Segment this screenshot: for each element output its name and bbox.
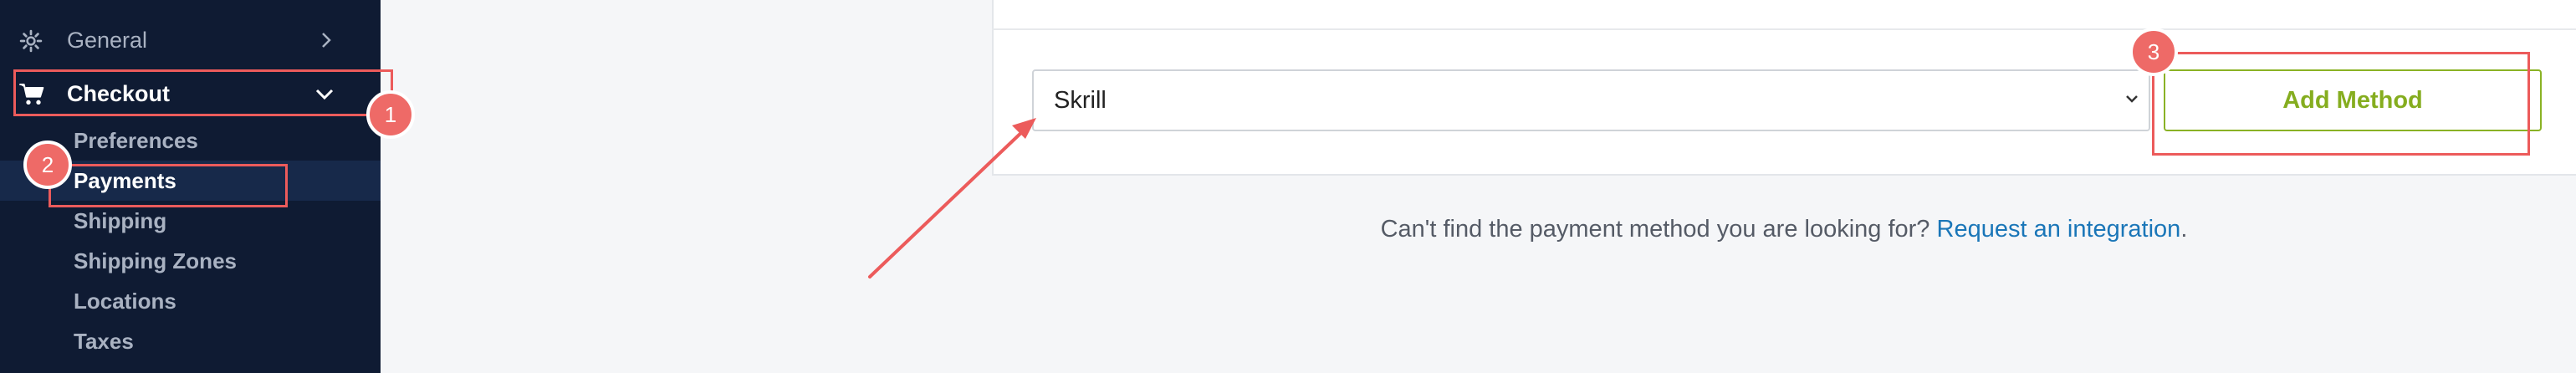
sidebar-subitem-shipping-zones[interactable]: Shipping Zones <box>0 241 381 281</box>
annotation-box-payments <box>49 164 288 207</box>
chevron-right-icon <box>322 33 331 48</box>
sidebar-item-general[interactable]: General <box>0 20 381 60</box>
sidebar-subitem-label: Preferences <box>74 128 198 153</box>
annotation-badge-1: 1 <box>366 90 415 139</box>
payment-method-select[interactable]: Skrill <box>1032 69 2150 131</box>
divider <box>992 28 2576 30</box>
sidebar-subitem-label: Locations <box>74 289 176 314</box>
annotation-badge-3: 3 <box>2129 28 2178 76</box>
payment-method-select-value: Skrill <box>1054 87 1107 114</box>
chevron-down-icon <box>2126 95 2138 103</box>
sidebar-item-label: General <box>67 28 148 53</box>
gear-icon <box>19 29 43 53</box>
help-text-message: Can't find the payment method you are lo… <box>1380 216 1930 243</box>
annotation-box-add-method <box>2152 52 2530 156</box>
help-text-suffix: . <box>2180 216 2188 243</box>
annotation-badge-2: 2 <box>23 141 72 189</box>
annotation-box-checkout <box>13 69 393 116</box>
sidebar-subitem-locations[interactable]: Locations <box>0 281 381 321</box>
sidebar-subitem-label: Shipping Zones <box>74 248 237 273</box>
sidebar-subitem-label: Taxes <box>74 329 134 354</box>
help-text: Can't find the payment method you are lo… <box>992 216 2576 243</box>
request-integration-link[interactable]: Request an integration <box>1937 216 2181 243</box>
sidebar-subitem-taxes[interactable]: Taxes <box>0 321 381 361</box>
